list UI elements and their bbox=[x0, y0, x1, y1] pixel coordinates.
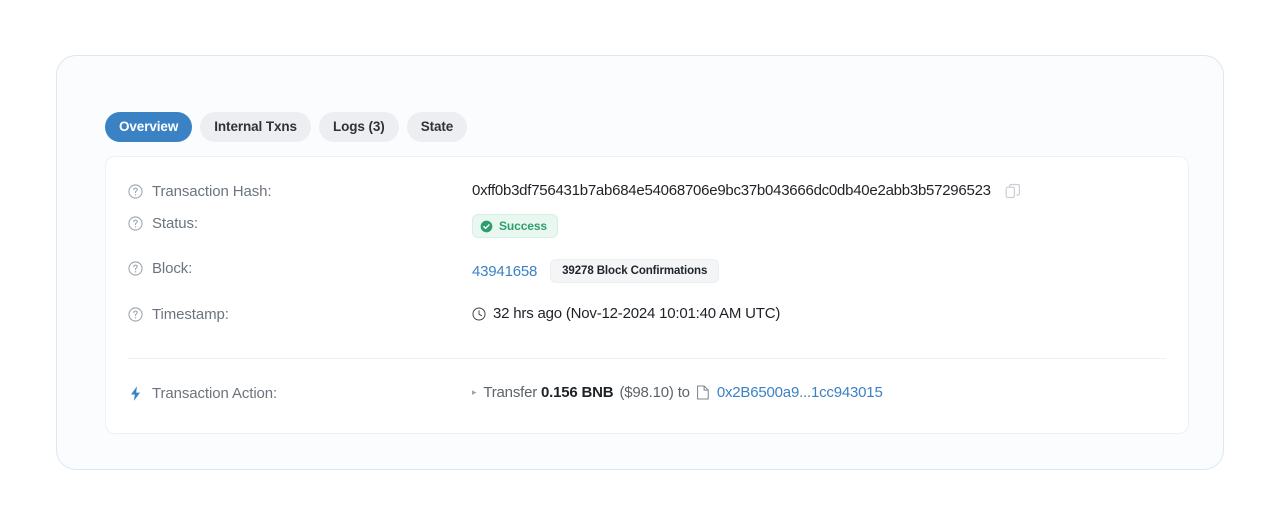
transaction-action-line: ▸ Transfer 0.156 BNB ($98.10) to 0x2B650… bbox=[472, 384, 883, 401]
transaction-hash-value-cell: 0xff0b3df756431b7ab684e54068706e9bc37b04… bbox=[472, 182, 1166, 199]
row-status: Status: Success bbox=[106, 202, 1188, 247]
action-usd-value: ($98.10) bbox=[619, 384, 674, 401]
status-badge-label: Success bbox=[499, 219, 548, 233]
row-transaction-hash: Transaction Hash: 0xff0b3df756431b7ab684… bbox=[106, 157, 1188, 202]
overview-panel: Transaction Hash: 0xff0b3df756431b7ab684… bbox=[105, 156, 1189, 434]
question-circle-icon[interactable] bbox=[128, 216, 143, 231]
transaction-action-label: Transaction Action: bbox=[152, 384, 278, 402]
row-transaction-action: Transaction Action: ▸ Transfer 0.156 BNB… bbox=[106, 359, 1188, 404]
transaction-action-value-cell: ▸ Transfer 0.156 BNB ($98.10) to 0x2B650… bbox=[472, 384, 1166, 401]
block-label: Block: bbox=[152, 260, 193, 277]
block-confirmations-badge: 39278 Block Confirmations bbox=[550, 259, 720, 283]
block-label-cell: Block: bbox=[128, 259, 472, 277]
expand-caret-icon[interactable]: ▸ bbox=[472, 388, 477, 397]
transaction-action-label-cell: Transaction Action: bbox=[128, 384, 472, 402]
status-badge: Success bbox=[472, 214, 559, 238]
action-verb: Transfer bbox=[483, 384, 538, 401]
tab-bar: Overview Internal Txns Logs (3) State bbox=[105, 112, 468, 142]
status-value-cell: Success bbox=[472, 214, 1166, 238]
timestamp-label-cell: Timestamp: bbox=[128, 305, 472, 323]
tab-overview[interactable]: Overview bbox=[105, 112, 193, 142]
row-timestamp: Timestamp: 32 hrs ago (Nov-12-2024 10:01… bbox=[106, 292, 1188, 337]
action-amount: 0.156 BNB bbox=[541, 384, 614, 401]
tab-internal-txns[interactable]: Internal Txns bbox=[200, 112, 311, 142]
tab-logs[interactable]: Logs (3) bbox=[318, 112, 399, 142]
tab-state-label: State bbox=[420, 119, 454, 134]
clock-icon bbox=[472, 306, 486, 321]
check-circle-icon bbox=[480, 220, 493, 232]
action-preposition: to bbox=[677, 384, 690, 401]
transaction-hash-label: Transaction Hash: bbox=[152, 183, 272, 200]
transaction-hash-value: 0xff0b3df756431b7ab684e54068706e9bc37b04… bbox=[472, 182, 991, 199]
detail-rows: Transaction Hash: 0xff0b3df756431b7ab684… bbox=[106, 157, 1188, 404]
document-icon bbox=[696, 385, 709, 400]
copy-icon[interactable] bbox=[1005, 183, 1021, 199]
tab-logs-label: Logs (3) bbox=[332, 119, 385, 134]
question-circle-icon[interactable] bbox=[128, 184, 143, 199]
tab-state[interactable]: State bbox=[406, 112, 468, 142]
transaction-details-card: Overview Internal Txns Logs (3) State Tr… bbox=[56, 55, 1224, 470]
question-circle-icon[interactable] bbox=[128, 261, 143, 276]
status-label-cell: Status: bbox=[128, 214, 472, 232]
lightning-bolt-icon bbox=[131, 385, 140, 401]
tab-overview-label: Overview bbox=[119, 119, 179, 134]
question-circle-icon[interactable] bbox=[128, 307, 143, 322]
block-value-cell: 43941658 39278 Block Confirmations bbox=[472, 259, 1166, 283]
action-recipient-address-link[interactable]: 0x2B6500a9...1cc943015 bbox=[710, 384, 883, 401]
transaction-hash-label-cell: Transaction Hash: bbox=[128, 182, 472, 200]
tab-internal-txns-label: Internal Txns bbox=[214, 119, 297, 134]
timestamp-value: 32 hrs ago (Nov-12-2024 10:01:40 AM UTC) bbox=[493, 305, 781, 322]
row-block: Block: 43941658 39278 Block Confirmation… bbox=[106, 247, 1188, 292]
status-label: Status: bbox=[152, 215, 198, 232]
timestamp-label: Timestamp: bbox=[152, 306, 229, 323]
timestamp-value-wrap: 32 hrs ago (Nov-12-2024 10:01:40 AM UTC) bbox=[472, 305, 780, 322]
timestamp-value-cell: 32 hrs ago (Nov-12-2024 10:01:40 AM UTC) bbox=[472, 305, 1166, 322]
block-number-link[interactable]: 43941658 bbox=[472, 263, 537, 280]
